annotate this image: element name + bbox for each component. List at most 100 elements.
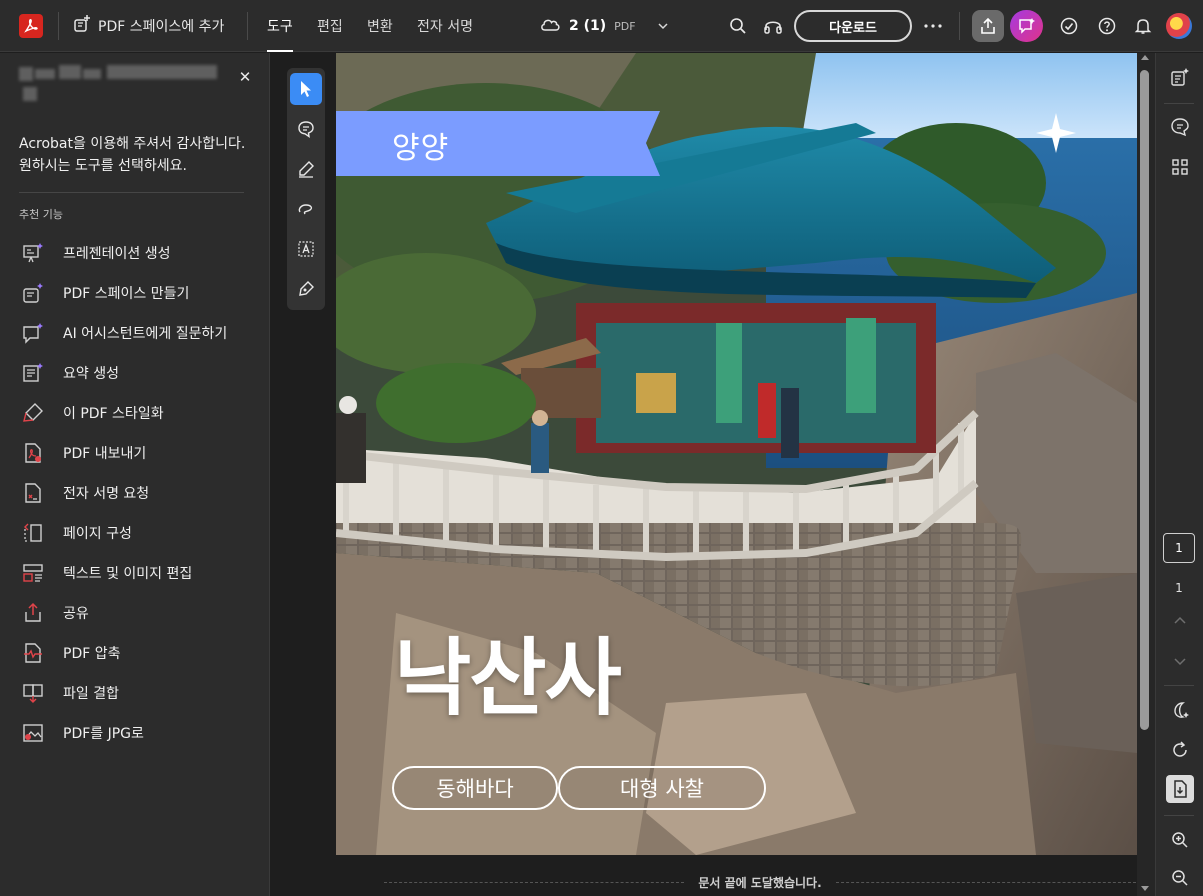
share-icon <box>19 599 47 627</box>
menu-item-label: PDF 스페이스 만들기 <box>63 286 190 302</box>
scrollbar-thumb[interactable] <box>1140 70 1149 730</box>
cloud-icon <box>539 16 561 36</box>
menu-item-label: 이 PDF 스타일화 <box>63 406 164 422</box>
rotate-icon[interactable] <box>1168 738 1192 762</box>
avatar[interactable] <box>1166 13 1192 39</box>
request-signature-icon <box>19 479 47 507</box>
comments-icon[interactable] <box>1168 115 1192 139</box>
acrobat-logo-icon[interactable] <box>19 14 43 38</box>
add-to-pdf-space-button[interactable]: PDF 스페이스에 추가 <box>72 14 224 38</box>
combine-files-icon <box>19 679 47 707</box>
tag-pill: 대형 사찰 <box>558 766 766 810</box>
current-page-input[interactable]: 1 <box>1163 533 1195 563</box>
upload-icon <box>981 17 995 34</box>
download-button[interactable]: 다운로드 <box>794 10 912 42</box>
pdf-space-icon <box>19 279 47 307</box>
tools-panel: ✕ Acrobat을 이용해 주셔서 감사합니다. 원하시는 도구를 선택하세요… <box>0 53 270 896</box>
scroll-down-arrow-icon[interactable] <box>1141 886 1149 891</box>
select-tool-icon[interactable] <box>290 73 322 105</box>
welcome-line-2: 원하시는 도구를 선택하세요. <box>19 158 187 174</box>
scroll-up-arrow-icon[interactable] <box>1141 55 1149 60</box>
read-aloud-headphones-icon[interactable] <box>760 13 786 39</box>
menu-item-label: 텍스트 및 이미지 편집 <box>63 566 193 582</box>
tab-e-sign[interactable]: 전자 서명 <box>417 0 473 52</box>
ai-generate-icon[interactable] <box>1168 65 1192 89</box>
zoom-in-icon[interactable] <box>1168 828 1192 852</box>
checkmark-circle-icon[interactable] <box>1056 13 1082 39</box>
thumbnails-grid-icon[interactable] <box>1168 155 1192 179</box>
annotation-toolbar <box>287 68 325 310</box>
toolbar-divider <box>247 12 248 40</box>
menu-item-stylize-pdf[interactable]: 이 PDF 스타일화 <box>19 393 259 433</box>
search-icon[interactable] <box>725 13 751 39</box>
previous-page-chevron-up-icon[interactable] <box>1168 609 1192 633</box>
menu-item-create-pdf-space[interactable]: PDF 스페이스 만들기 <box>19 273 259 313</box>
welcome-message: Acrobat을 이용해 주셔서 감사합니다. 원하시는 도구를 선택하세요. <box>19 133 249 177</box>
top-toolbar: PDF 스페이스에 추가 도구 편집 변환 전자 서명 2 (1) PDF 다운… <box>0 0 1203 52</box>
file-name: 2 (1) <box>569 18 607 34</box>
text-box-tool-icon[interactable] <box>290 233 322 265</box>
add-to-pdf-space-label: PDF 스페이스에 추가 <box>98 19 225 35</box>
location-banner-text: 양양 <box>392 131 450 166</box>
file-name-button[interactable]: 2 (1) PDF <box>539 14 668 38</box>
pdf-space-add-icon <box>72 14 92 38</box>
page-display-icon[interactable] <box>1166 775 1194 803</box>
next-page-chevron-down-icon[interactable] <box>1168 649 1192 673</box>
tab-convert[interactable]: 변환 <box>367 0 393 52</box>
menu-item-label: 요약 생성 <box>63 366 119 382</box>
location-banner <box>336 111 660 176</box>
more-options-icon[interactable] <box>920 13 946 39</box>
panel-divider <box>19 192 244 193</box>
menu-item-label: 파일 결합 <box>63 686 119 702</box>
notifications-bell-icon[interactable] <box>1130 13 1156 39</box>
end-of-document-message: 문서 끝에 도달했습니다. <box>384 872 1137 892</box>
share-upload-button[interactable] <box>972 10 1004 42</box>
highlight-pen-tool-icon[interactable] <box>290 153 322 185</box>
recommended-section-label: 추천 기능 <box>19 208 63 221</box>
brush-icon <box>19 399 47 427</box>
right-tool-rail: 1 1 <box>1155 53 1203 896</box>
menu-item-pdf-to-jpg[interactable]: PDF를 JPG로 <box>19 713 259 753</box>
menu-item-request-esign[interactable]: 전자 서명 요청 <box>19 473 259 513</box>
menu-item-label: 프레젠테이션 생성 <box>63 246 171 262</box>
menu-item-create-presentation[interactable]: 프레젠테이션 생성 <box>19 233 259 273</box>
draw-freehand-tool-icon[interactable] <box>290 193 322 225</box>
summary-sparkle-icon <box>19 359 47 387</box>
tab-tools[interactable]: 도구 <box>267 0 293 52</box>
add-comment-tool-icon[interactable] <box>290 113 322 145</box>
sign-tool-icon[interactable] <box>290 273 322 305</box>
menu-item-generate-summary[interactable]: 요약 생성 <box>19 353 259 393</box>
menu-item-label: 공유 <box>63 606 89 622</box>
dashed-divider <box>835 881 1137 883</box>
dark-mode-moon-icon[interactable] <box>1168 698 1192 722</box>
menu-item-combine-files[interactable]: 파일 결합 <box>19 673 259 713</box>
close-panel-icon[interactable]: ✕ <box>237 69 253 85</box>
presentation-sparkle-icon <box>19 239 47 267</box>
pdf-to-jpg-icon <box>19 719 47 747</box>
menu-item-organize-pages[interactable]: 페이지 구성 <box>19 513 259 553</box>
blurred-account-name <box>19 63 219 105</box>
end-of-document-text: 문서 끝에 도달했습니다. <box>698 875 822 890</box>
menu-item-export-pdf[interactable]: PDF 내보내기 <box>19 433 259 473</box>
menu-item-share[interactable]: 공유 <box>19 593 259 633</box>
ai-chat-icon <box>19 319 47 347</box>
tab-edit[interactable]: 편집 <box>317 0 343 52</box>
rail-divider <box>1164 103 1194 104</box>
menu-item-compress-pdf[interactable]: PDF 압축 <box>19 633 259 673</box>
chevron-down-icon <box>658 18 668 34</box>
menu-item-label: PDF 압축 <box>63 646 121 662</box>
menu-item-edit-text-images[interactable]: 텍스트 및 이미지 편집 <box>19 553 259 593</box>
recommended-tools-list: 프레젠테이션 생성 PDF 스페이스 만들기 AI 어시스턴트에게 질문하기 요… <box>19 233 259 753</box>
file-extension: PDF <box>614 19 636 33</box>
zoom-out-icon[interactable] <box>1168 866 1192 890</box>
ai-chat-icon <box>1018 18 1035 34</box>
document-title: 낙산사 <box>394 629 622 727</box>
pdf-document-page[interactable]: 양양 낙산사 동해바다 대형 사찰 <box>336 53 1137 855</box>
ai-assistant-button[interactable] <box>1010 10 1043 42</box>
total-pages: 1 <box>1175 581 1183 595</box>
edit-text-image-icon <box>19 559 47 587</box>
help-icon[interactable] <box>1094 13 1120 39</box>
menu-item-label: 페이지 구성 <box>63 526 132 542</box>
menu-item-ask-ai-assistant[interactable]: AI 어시스턴트에게 질문하기 <box>19 313 259 353</box>
compress-pdf-icon <box>19 639 47 667</box>
